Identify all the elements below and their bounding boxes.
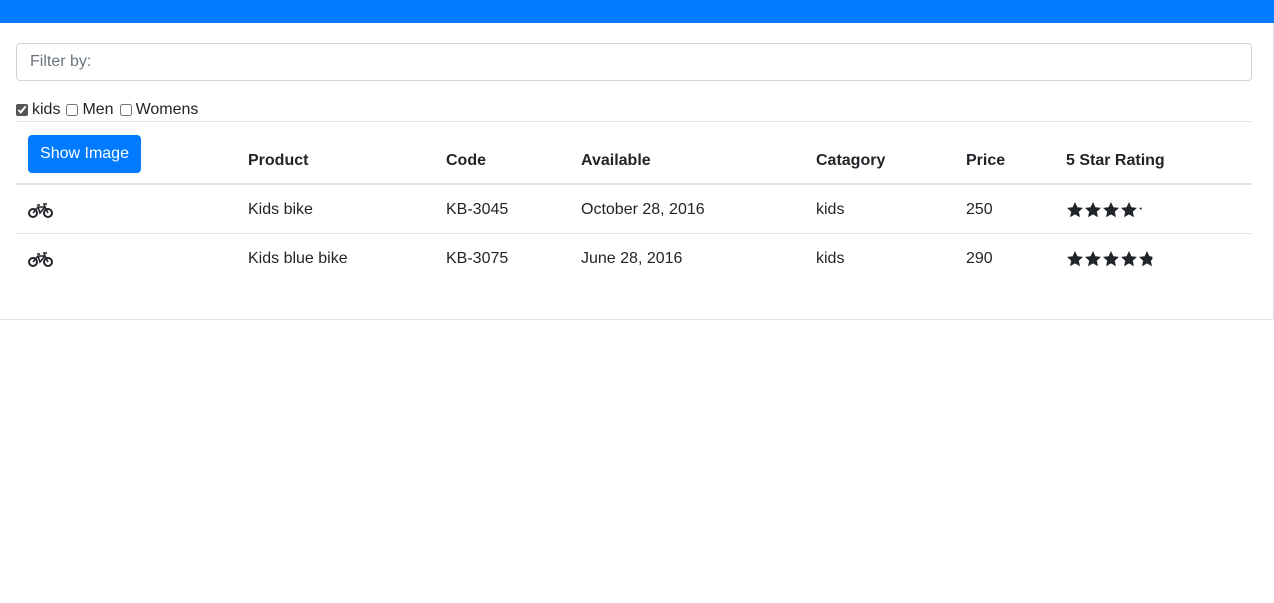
cell-available: October 28, 2016 [581,201,705,218]
category-kids[interactable]: kids [16,101,62,119]
womens-checkbox[interactable] [119,104,132,116]
bike-icon [28,203,53,218]
cell-available: June 28, 2016 [581,250,683,267]
product-list-card: kids Men Womens Show Image Product Code … [0,23,1274,320]
header-price[interactable]: Price [966,152,1005,170]
star-icon [1067,251,1083,267]
filter-input[interactable] [16,43,1252,81]
category-filters: kids Men Womens [16,100,204,120]
kids-label: kids [32,101,61,118]
star-icon [1121,251,1137,267]
star-rating [1066,201,1156,219]
cell-code: KB-3045 [446,201,509,218]
men-checkbox[interactable] [66,104,79,116]
star-rating [1066,250,1156,268]
header-rating[interactable]: 5 Star Rating [1066,152,1165,170]
cell-price: 290 [966,250,993,267]
cell-product[interactable]: Kids blue bike [248,250,348,268]
star-icon [1139,251,1153,267]
table-row: Kids blue bike KB-3075 June 28, 2016 kid… [16,234,1252,283]
star-icon [1103,202,1119,218]
header-code[interactable]: Code [446,152,486,170]
cell-price: 250 [966,201,993,218]
header-product[interactable]: Product [248,152,308,170]
kids-checkbox[interactable] [16,104,28,116]
header-category[interactable]: Catagory [816,152,885,170]
cell-category: kids [816,250,845,267]
category-men[interactable]: Men [66,101,115,119]
womens-label: Womens [135,101,199,118]
header-available[interactable]: Available [581,152,651,170]
star-icon [1067,202,1083,218]
cell-code: KB-3075 [446,250,509,267]
show-image-button[interactable]: Show Image [28,135,141,173]
table-row: Kids bike KB-3045 October 28, 2016 kids … [16,185,1252,234]
cell-category: kids [816,201,845,218]
table-header: Show Image Product Code Available Catago… [16,121,1252,185]
star-icon [1121,202,1137,218]
star-icon [1085,202,1101,218]
men-label: Men [82,101,114,118]
top-nav-bar [0,0,1274,23]
bike-icon [28,252,53,267]
category-womens[interactable]: Womens [119,101,201,119]
star-icon [1085,251,1101,267]
cell-product[interactable]: Kids bike [248,201,313,219]
star-icon [1103,251,1119,267]
star-icon [1139,207,1142,211]
